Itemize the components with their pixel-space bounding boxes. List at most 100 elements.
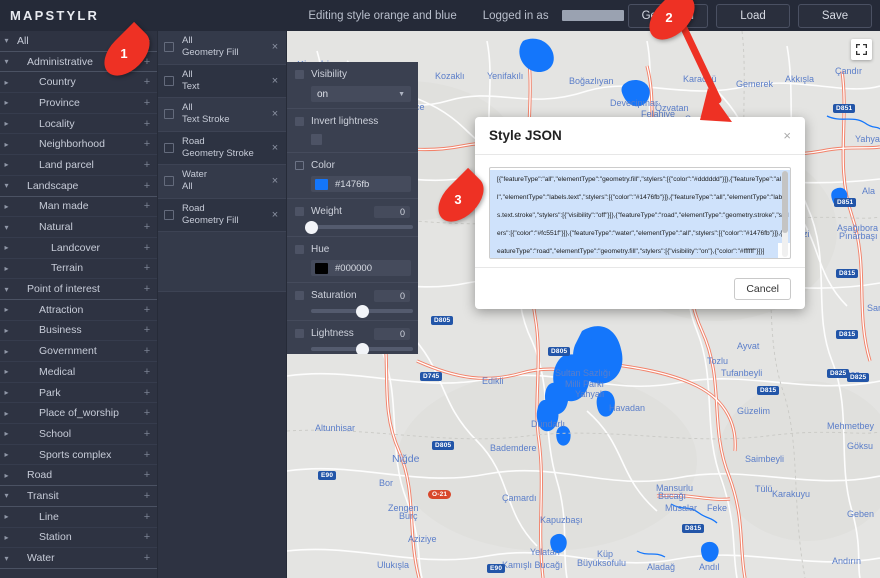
layer-row[interactable]: AllGeometry Fill× [158,31,286,65]
chevron-right-icon[interactable] [0,243,13,252]
chevron-right-icon[interactable] [0,512,13,521]
saturation-value[interactable]: 0 [374,290,410,302]
chevron-right-icon[interactable] [0,409,13,418]
saturation-checkbox[interactable] [295,291,304,300]
plus-icon[interactable]: + [137,180,157,192]
style-json-modal[interactable]: Style JSON × [{"featureType":"all","elem… [475,117,805,309]
chevron-right-icon[interactable] [0,305,13,314]
tree-item-medical[interactable]: Medical+ [0,362,157,383]
layer-visibility-checkbox[interactable] [164,76,174,86]
layer-list-panel[interactable]: AllGeometry Fill×AllText×AllText Stroke×… [158,31,287,578]
chevron-right-icon[interactable] [0,388,13,397]
plus-icon[interactable]: + [137,76,157,88]
invert-lightness-checkbox[interactable] [295,117,304,126]
saturation-slider-knob[interactable] [356,305,369,318]
tree-item-water[interactable]: Water+ [0,548,157,569]
property-color[interactable]: Color #1476fb [287,153,418,199]
fullscreen-icon[interactable] [851,39,872,60]
chevron-right-icon[interactable] [0,160,13,169]
tree-item-attraction[interactable]: Attraction+ [0,300,157,321]
weight-value[interactable]: 0 [374,206,410,218]
chevron-down-icon[interactable] [0,36,13,45]
plus-icon[interactable]: + [137,200,157,212]
plus-icon[interactable]: + [137,262,157,274]
chevron-down-icon[interactable] [0,285,13,294]
remove-layer-icon[interactable]: × [268,108,282,120]
hue-checkbox[interactable] [295,245,304,254]
plus-icon[interactable]: + [137,283,157,295]
invert-lightness-toggle[interactable] [311,134,322,145]
weight-slider-knob[interactable] [305,221,318,234]
chevron-down-icon[interactable] [0,223,13,232]
tree-item-government[interactable]: Government+ [0,341,157,362]
chevron-right-icon[interactable] [0,98,13,107]
chevron-right-icon[interactable] [0,264,13,273]
json-textarea[interactable]: [{"featureType":"all","elementType":"geo… [489,167,791,259]
plus-icon[interactable]: + [137,428,157,440]
layer-visibility-checkbox[interactable] [164,176,174,186]
cancel-button[interactable]: Cancel [734,278,791,300]
tree-item-station[interactable]: Station+ [0,528,157,549]
chevron-right-icon[interactable] [0,450,13,459]
save-button[interactable]: Save [798,4,872,28]
plus-icon[interactable]: + [137,242,157,254]
layer-row[interactable]: AllText× [158,65,286,99]
visibility-select[interactable]: on ▼ [311,86,411,102]
chevron-right-icon[interactable] [0,119,13,128]
tree-item-landcover[interactable]: Landcover+ [0,238,157,259]
chevron-right-icon[interactable] [0,326,13,335]
layer-visibility-checkbox[interactable] [164,143,174,153]
tree-item-road[interactable]: Road+ [0,465,157,486]
plus-icon[interactable]: + [137,345,157,357]
chevron-right-icon[interactable] [0,367,13,376]
tree-item-landscape[interactable]: Landscape+ [0,176,157,197]
layer-visibility-checkbox[interactable] [164,210,174,220]
style-properties-panel[interactable]: Visibility on ▼ Invert lightness Color #… [287,62,418,354]
tree-item-man-made[interactable]: Man made+ [0,197,157,218]
tree-item-land-parcel[interactable]: Land parcel+ [0,155,157,176]
weight-checkbox[interactable] [295,207,304,216]
chevron-down-icon[interactable] [0,554,13,563]
property-visibility[interactable]: Visibility on ▼ [287,62,418,109]
remove-layer-icon[interactable]: × [268,142,282,154]
hue-swatch[interactable] [315,263,328,274]
chevron-right-icon[interactable] [0,347,13,356]
plus-icon[interactable]: + [137,490,157,502]
color-swatch[interactable] [315,179,328,190]
tree-item-terrain[interactable]: Terrain+ [0,259,157,280]
plus-icon[interactable]: + [137,221,157,233]
property-saturation[interactable]: Saturation 0 [287,283,418,321]
chevron-right-icon[interactable] [0,78,13,87]
layer-row[interactable]: RoadGeometry Stroke× [158,132,286,166]
layer-row[interactable]: WaterAll× [158,165,286,199]
chevron-right-icon[interactable] [0,202,13,211]
tree-item-park[interactable]: Park+ [0,383,157,404]
color-checkbox[interactable] [295,161,304,170]
feature-tree-sidebar[interactable]: All+Administrative+Country+Province+Loca… [0,31,158,578]
plus-icon[interactable]: + [137,324,157,336]
property-lightness[interactable]: Lightness 0 [287,321,418,354]
plus-icon[interactable]: + [137,511,157,523]
chevron-right-icon[interactable] [0,429,13,438]
chevron-down-icon[interactable] [0,57,13,66]
close-icon[interactable]: × [783,128,791,143]
tree-item-school[interactable]: School+ [0,424,157,445]
tree-item-transit[interactable]: Transit+ [0,486,157,507]
lightness-slider-knob[interactable] [356,343,369,355]
lightness-checkbox[interactable] [295,329,304,338]
plus-icon[interactable]: + [137,552,157,564]
plus-icon[interactable]: + [137,407,157,419]
remove-layer-icon[interactable]: × [268,75,282,87]
tree-item-line[interactable]: Line+ [0,507,157,528]
chevron-right-icon[interactable] [0,471,13,480]
plus-icon[interactable]: + [137,97,157,109]
chevron-right-icon[interactable] [0,533,13,542]
plus-icon[interactable]: + [137,138,157,150]
tree-item-sports-complex[interactable]: Sports complex+ [0,445,157,466]
tree-item-locality[interactable]: Locality+ [0,114,157,135]
layer-row[interactable]: RoadGeometry Fill× [158,199,286,233]
tree-item-point-of-interest[interactable]: Point of interest+ [0,279,157,300]
chevron-down-icon[interactable] [0,181,13,190]
layer-visibility-checkbox[interactable] [164,42,174,52]
property-invert-lightness[interactable]: Invert lightness [287,109,418,153]
